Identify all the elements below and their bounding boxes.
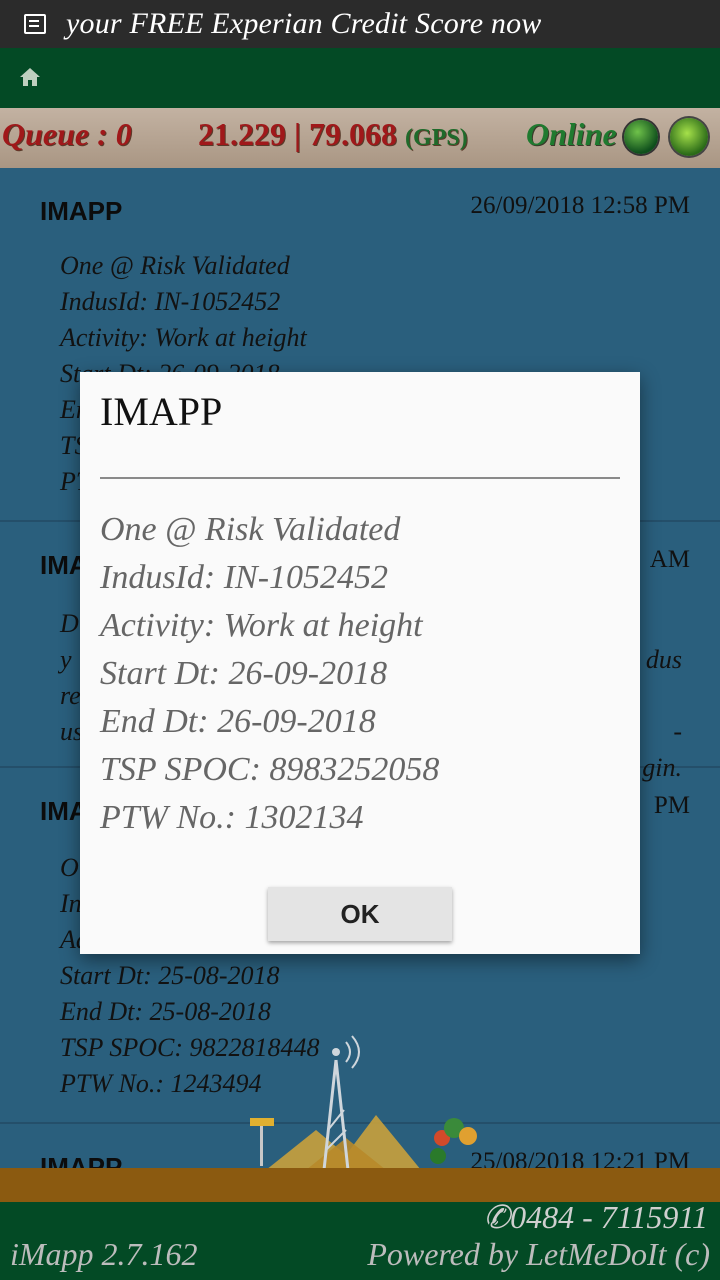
dialog-line: End Dt: 26-09-2018 [100,703,376,740]
dialog-line: IndusId: IN-1052452 [100,559,389,596]
dialog-line: One @ Risk Validated [100,511,401,548]
dialog-message: One @ Risk Validated IndusId: IN-1052452… [100,506,439,842]
dialog-title: IMAPP [100,389,223,434]
dialog-line: TSP SPOC: 8983252058 [100,751,440,788]
ok-button[interactable]: OK [268,887,452,941]
alert-dialog: IMAPP One @ Risk Validated IndusId: IN-1… [80,372,640,954]
dialog-line: Start Dt: 26-09-2018 [100,655,388,692]
dialog-divider [100,477,620,479]
dialog-line: PTW No.: 1302134 [100,799,364,836]
dialog-line: Activity: Work at height [100,607,423,644]
